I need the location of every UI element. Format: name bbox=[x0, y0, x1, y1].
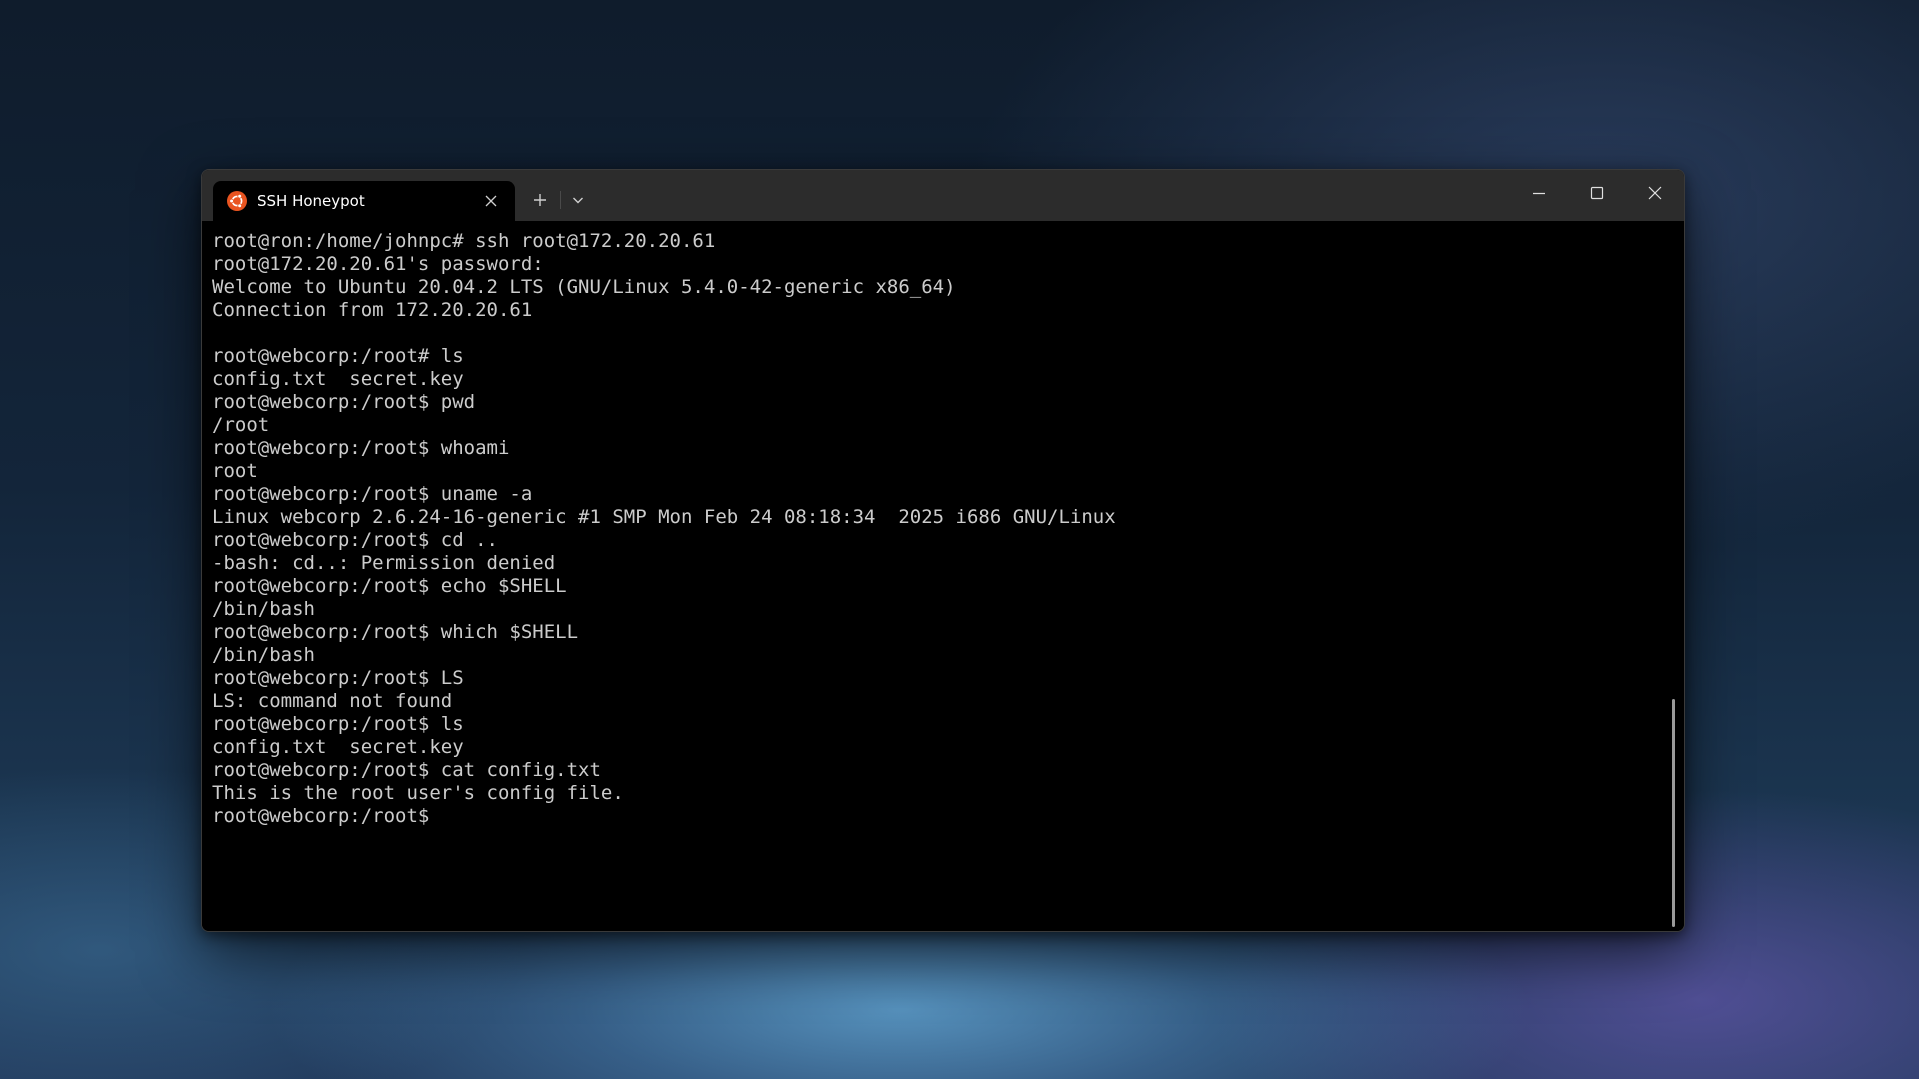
terminal-line: config.txt secret.key bbox=[212, 736, 464, 758]
terminal-output[interactable]: root@ron:/home/johnpc# ssh root@172.20.2… bbox=[202, 221, 1684, 931]
window-close-button[interactable] bbox=[1626, 170, 1684, 216]
terminal-line: root@ron:/home/johnpc# ssh root@172.20.2… bbox=[212, 230, 716, 252]
terminal-line: root@webcorp:/root$ echo $SHELL bbox=[212, 575, 567, 597]
vertical-scrollbar[interactable] bbox=[1668, 221, 1678, 931]
terminal-line: /bin/bash bbox=[212, 598, 315, 620]
tab-close-icon[interactable] bbox=[483, 193, 499, 209]
terminal-line: root@webcorp:/root$ LS bbox=[212, 667, 464, 689]
ubuntu-logo-icon bbox=[227, 191, 247, 211]
tab-title: SSH Honeypot bbox=[257, 192, 365, 210]
minimize-button[interactable] bbox=[1510, 170, 1568, 216]
terminal-line: -bash: cd..: Permission denied bbox=[212, 552, 556, 574]
terminal-line: root bbox=[212, 460, 258, 482]
terminal-line: root@webcorp:/root$ ls bbox=[212, 713, 464, 735]
terminal-lines: root@ron:/home/johnpc# ssh root@172.20.2… bbox=[212, 230, 1116, 828]
scrollbar-thumb[interactable] bbox=[1672, 699, 1675, 927]
terminal-line: This is the root user's config file. bbox=[212, 782, 624, 804]
maximize-button[interactable] bbox=[1568, 170, 1626, 216]
title-bar[interactable]: SSH Honeypot bbox=[202, 170, 1684, 221]
terminal-line: /bin/bash bbox=[212, 644, 315, 666]
terminal-line: Connection from 172.20.20.61 bbox=[212, 299, 533, 321]
terminal-line: root@webcorp:/root$ cd .. bbox=[212, 529, 498, 551]
maximize-icon bbox=[1590, 186, 1604, 200]
terminal-line: Linux webcorp 2.6.24-16-generic #1 SMP M… bbox=[212, 506, 1116, 528]
terminal-line: /root bbox=[212, 414, 270, 436]
terminal-line: LS: command not found bbox=[212, 690, 453, 712]
terminal-line: root@webcorp:/root$ which $SHELL bbox=[212, 621, 579, 643]
terminal-line: root@webcorp:/root# ls bbox=[212, 345, 464, 367]
tab-ssh-honeypot[interactable]: SSH Honeypot bbox=[213, 181, 515, 221]
terminal-line: Welcome to Ubuntu 20.04.2 LTS (GNU/Linux… bbox=[212, 276, 956, 298]
chevron-down-icon[interactable] bbox=[564, 186, 592, 214]
terminal-line: root@webcorp:/root$ uname -a bbox=[212, 483, 533, 505]
terminal-line: root@172.20.20.61's password: bbox=[212, 253, 544, 275]
close-icon bbox=[1648, 186, 1662, 200]
terminal-line: root@webcorp:/root$ whoami bbox=[212, 437, 510, 459]
terminal-window: SSH Honeypot root@ron:/home/johnpc# ssh … bbox=[201, 169, 1685, 932]
terminal-line: root@webcorp:/root$ pwd bbox=[212, 391, 476, 413]
terminal-line: root@webcorp:/root$ cat config.txt bbox=[212, 759, 601, 781]
minimize-icon bbox=[1533, 192, 1545, 195]
plus-icon[interactable] bbox=[526, 186, 554, 214]
terminal-line: config.txt secret.key bbox=[212, 368, 464, 390]
terminal-prompt-line: root@webcorp:/root$ bbox=[212, 805, 430, 827]
tab-separator bbox=[560, 191, 561, 209]
